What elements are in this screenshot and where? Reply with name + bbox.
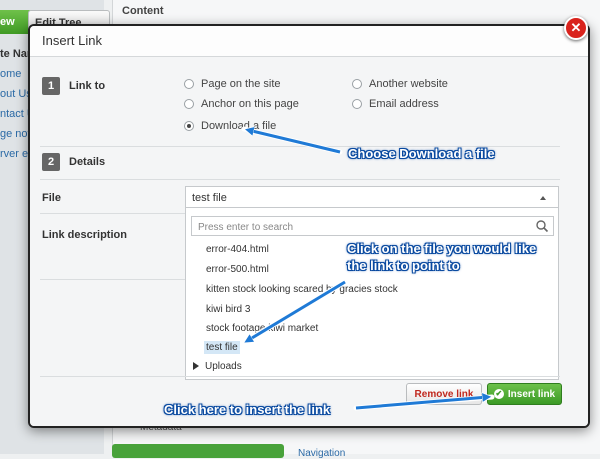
file-search-box[interactable] — [191, 216, 554, 236]
annotation-click-insert: Click here to insert the link — [164, 402, 331, 417]
step-2-label: Details — [69, 156, 106, 168]
content-label: Content — [122, 5, 164, 17]
annotation-click-file-line1: Click on the file you would like — [347, 241, 537, 256]
file-search-input[interactable] — [196, 219, 530, 235]
file-option[interactable]: kiwi bird 3 — [206, 304, 250, 315]
dialog-title: Insert Link — [30, 26, 588, 57]
radio-label: Anchor on this page — [201, 98, 299, 110]
remove-link-button[interactable]: Remove link — [406, 383, 482, 405]
file-select-value: test file — [192, 192, 227, 204]
insert-link-label: Insert link — [507, 389, 556, 400]
divider — [40, 279, 185, 280]
divider — [40, 376, 560, 377]
folder-label: Uploads — [205, 361, 242, 372]
divider — [40, 179, 560, 180]
annotation-choose-download: Choose Download a file — [348, 146, 495, 161]
radio-label: Email address — [369, 98, 439, 110]
search-icon[interactable] — [535, 219, 549, 233]
radio-button[interactable] — [352, 99, 362, 109]
divider — [40, 213, 185, 214]
radio-button[interactable] — [184, 79, 194, 89]
radio-another-website[interactable]: Another website — [352, 78, 448, 90]
file-option[interactable]: error-404.html — [206, 244, 269, 255]
file-label: File — [42, 192, 61, 204]
insert-link-button[interactable]: ✔ Insert link — [487, 383, 562, 405]
radio-button[interactable] — [352, 79, 362, 89]
radio-email-address[interactable]: Email address — [352, 98, 439, 110]
bottom-action-buttons[interactable] — [112, 444, 284, 458]
expand-arrow-icon[interactable] — [193, 362, 199, 371]
close-icon[interactable]: ✕ — [564, 16, 588, 40]
radio-button-selected[interactable] — [184, 121, 194, 131]
file-dropdown: error-404.html error-500.html kitten sto… — [185, 208, 559, 380]
step-1-number: 1 — [42, 77, 60, 95]
annotation-click-file-line2: the link to point to — [347, 258, 460, 273]
checkmark-icon: ✔ — [493, 389, 504, 400]
step-1-label: Link to — [69, 80, 106, 92]
file-option[interactable]: error-500.html — [206, 264, 269, 275]
radio-label: Page on the site — [201, 78, 281, 90]
file-option[interactable]: kitten stock looking scared by gracies s… — [206, 284, 398, 295]
file-option-selected[interactable]: test file — [204, 341, 240, 354]
folder-uploads[interactable]: Uploads — [193, 361, 242, 372]
file-option[interactable]: stock footage kiwi market — [206, 323, 318, 334]
radio-label: Another website — [369, 78, 448, 90]
step-2-number: 2 — [42, 153, 60, 171]
radio-page-on-site[interactable]: Page on the site — [184, 78, 281, 90]
radio-button[interactable] — [184, 99, 194, 109]
file-select[interactable]: test file — [185, 186, 559, 208]
radio-download-file[interactable]: Download a file — [184, 120, 276, 132]
chevron-up-icon[interactable] — [540, 196, 546, 200]
radio-anchor-on-page[interactable]: Anchor on this page — [184, 98, 299, 110]
radio-label: Download a file — [201, 120, 277, 132]
link-description-label: Link description — [42, 229, 127, 241]
